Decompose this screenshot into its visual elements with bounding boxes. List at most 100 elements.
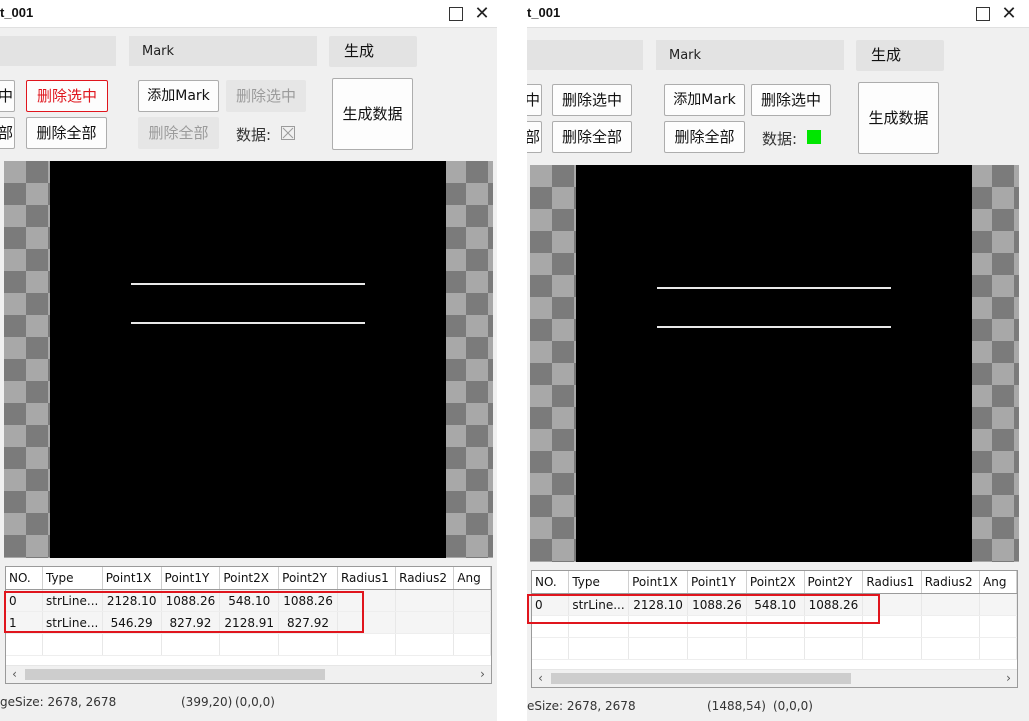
left-window: t_001 ✕ Mark 生成 中 删除选中 添加Mark 删除选中 生成数据 … [0,0,497,721]
column-header[interactable]: Point2X [746,571,805,594]
select-button-cut[interactable]: 中 [527,84,542,116]
line-mark-1[interactable] [131,322,365,324]
table-cell [568,615,630,638]
column-header[interactable]: Point2Y [278,567,338,590]
column-header[interactable]: Radius1 [862,571,922,594]
table-cell [337,611,397,634]
window-title: t_001 [0,5,34,20]
all-button-cut[interactable]: 部 [527,121,542,153]
scroll-right-icon[interactable]: › [1000,670,1017,687]
maximize-icon[interactable] [973,4,993,24]
column-header[interactable]: Type [568,571,630,594]
delete-all-button[interactable]: 删除全部 [552,121,632,153]
scroll-left-icon[interactable]: ‹ [6,666,23,683]
table-cell [219,633,280,656]
table-cell [628,615,689,638]
table-cell [395,611,455,634]
table-cell: 1088.26 [687,593,747,616]
table-cell [337,589,397,612]
scroll-thumb[interactable] [25,669,325,680]
delete-all-button[interactable]: 删除全部 [26,117,107,149]
table-cell [102,633,162,656]
column-header[interactable]: Radius2 [921,571,981,594]
image-canvas[interactable] [4,161,493,558]
generate-data-button[interactable]: 生成数据 [332,78,413,150]
table-header: NO. Type Point1X Point1Y Point2X Point2Y Radiu… [6,567,491,590]
name-field[interactable] [0,36,116,66]
column-header[interactable]: NO. [532,571,570,594]
table-cell: 2128.10 [628,593,689,616]
table-cell [532,615,570,638]
cursor-coords-status: (1488,54) [707,699,766,713]
scroll-left-icon[interactable]: ‹ [532,670,549,687]
delete-all-mark-button[interactable]: 删除全部 [138,117,219,149]
column-header[interactable]: Radius1 [337,567,397,590]
column-header[interactable]: Point1Y [161,567,221,590]
mark-table: NO. Type Point1X Point1Y Point2X Point2Y Radiu… [531,570,1018,688]
column-header[interactable]: Radius2 [395,567,455,590]
table-cell: 0 [532,593,570,616]
table-row[interactable] [532,637,1017,660]
scroll-thumb[interactable] [551,673,851,684]
table-cell [395,633,455,656]
table-row[interactable] [6,633,491,656]
name-field[interactable] [527,40,643,70]
table-cell [862,593,922,616]
horizontal-scrollbar[interactable]: ‹ › [532,669,1017,687]
column-header[interactable]: Point1Y [687,571,747,594]
generate-data-button[interactable]: 生成数据 [858,82,939,154]
table-cell [161,633,221,656]
column-header[interactable]: Ang [453,567,491,590]
table-cell: 1088.26 [278,589,338,612]
select-button-cut[interactable]: 中 [0,80,15,112]
column-header[interactable]: Point1X [102,567,162,590]
table-cell: strLine... [42,611,103,634]
column-header[interactable]: Type [42,567,103,590]
table-cell [395,589,455,612]
table-cell [804,637,864,660]
horizontal-scrollbar[interactable]: ‹ › [6,665,491,683]
close-icon[interactable]: ✕ [999,4,1019,24]
generate-button[interactable]: 生成 [856,40,944,71]
line-mark-0[interactable] [131,283,365,285]
delete-selected-mark-button[interactable]: 删除选中 [226,80,306,112]
table-cell [746,637,805,660]
line-mark-0[interactable] [657,287,891,289]
data-label: 数据: [762,130,798,148]
line-mark-1[interactable] [657,326,891,328]
column-header[interactable]: NO. [6,567,43,590]
table-cell: 827.92 [278,611,338,634]
table-row[interactable] [532,615,1017,638]
mark-field[interactable]: Mark [656,40,844,70]
table-cell [979,637,1017,660]
table-cell [921,615,981,638]
add-mark-button[interactable]: 添加Mark [138,80,219,112]
table-cell [862,637,922,660]
table-row[interactable]: 0 strLine... 2128.10 1088.26 548.10 1088.26 [6,589,491,612]
delete-selected-button[interactable]: 删除选中 [26,80,108,112]
image-canvas[interactable] [530,165,1019,562]
scroll-right-icon[interactable]: › [474,666,491,683]
delete-selected-mark-button[interactable]: 删除选中 [751,84,831,116]
close-icon[interactable]: ✕ [472,4,492,24]
generate-button[interactable]: 生成 [329,36,417,67]
column-header[interactable]: Ang [979,571,1017,594]
table-cell [979,593,1017,616]
add-mark-button[interactable]: 添加Mark [664,84,745,116]
delete-selected-button[interactable]: 删除选中 [552,84,632,116]
column-header[interactable]: Point1X [628,571,689,594]
table-row[interactable]: 0 strLine... 2128.10 1088.26 548.10 1088.26 [532,593,1017,616]
column-header[interactable]: Point2Y [804,571,864,594]
table-row[interactable]: 1 strLine... 546.29 827.92 2128.91 827.92 [6,611,491,634]
table-cell: 2128.10 [102,589,162,612]
table-cell: strLine... [42,589,103,612]
table-cell [568,637,630,660]
delete-all-mark-button[interactable]: 删除全部 [664,121,745,153]
table-cell [42,633,103,656]
table-cell [862,615,922,638]
maximize-icon[interactable] [446,4,466,24]
mark-table: NO. Type Point1X Point1Y Point2X Point2Y Radiu… [5,566,492,684]
all-button-cut[interactable]: 部 [0,117,15,149]
column-header[interactable]: Point2X [219,567,280,590]
mark-field[interactable]: Mark [129,36,317,66]
